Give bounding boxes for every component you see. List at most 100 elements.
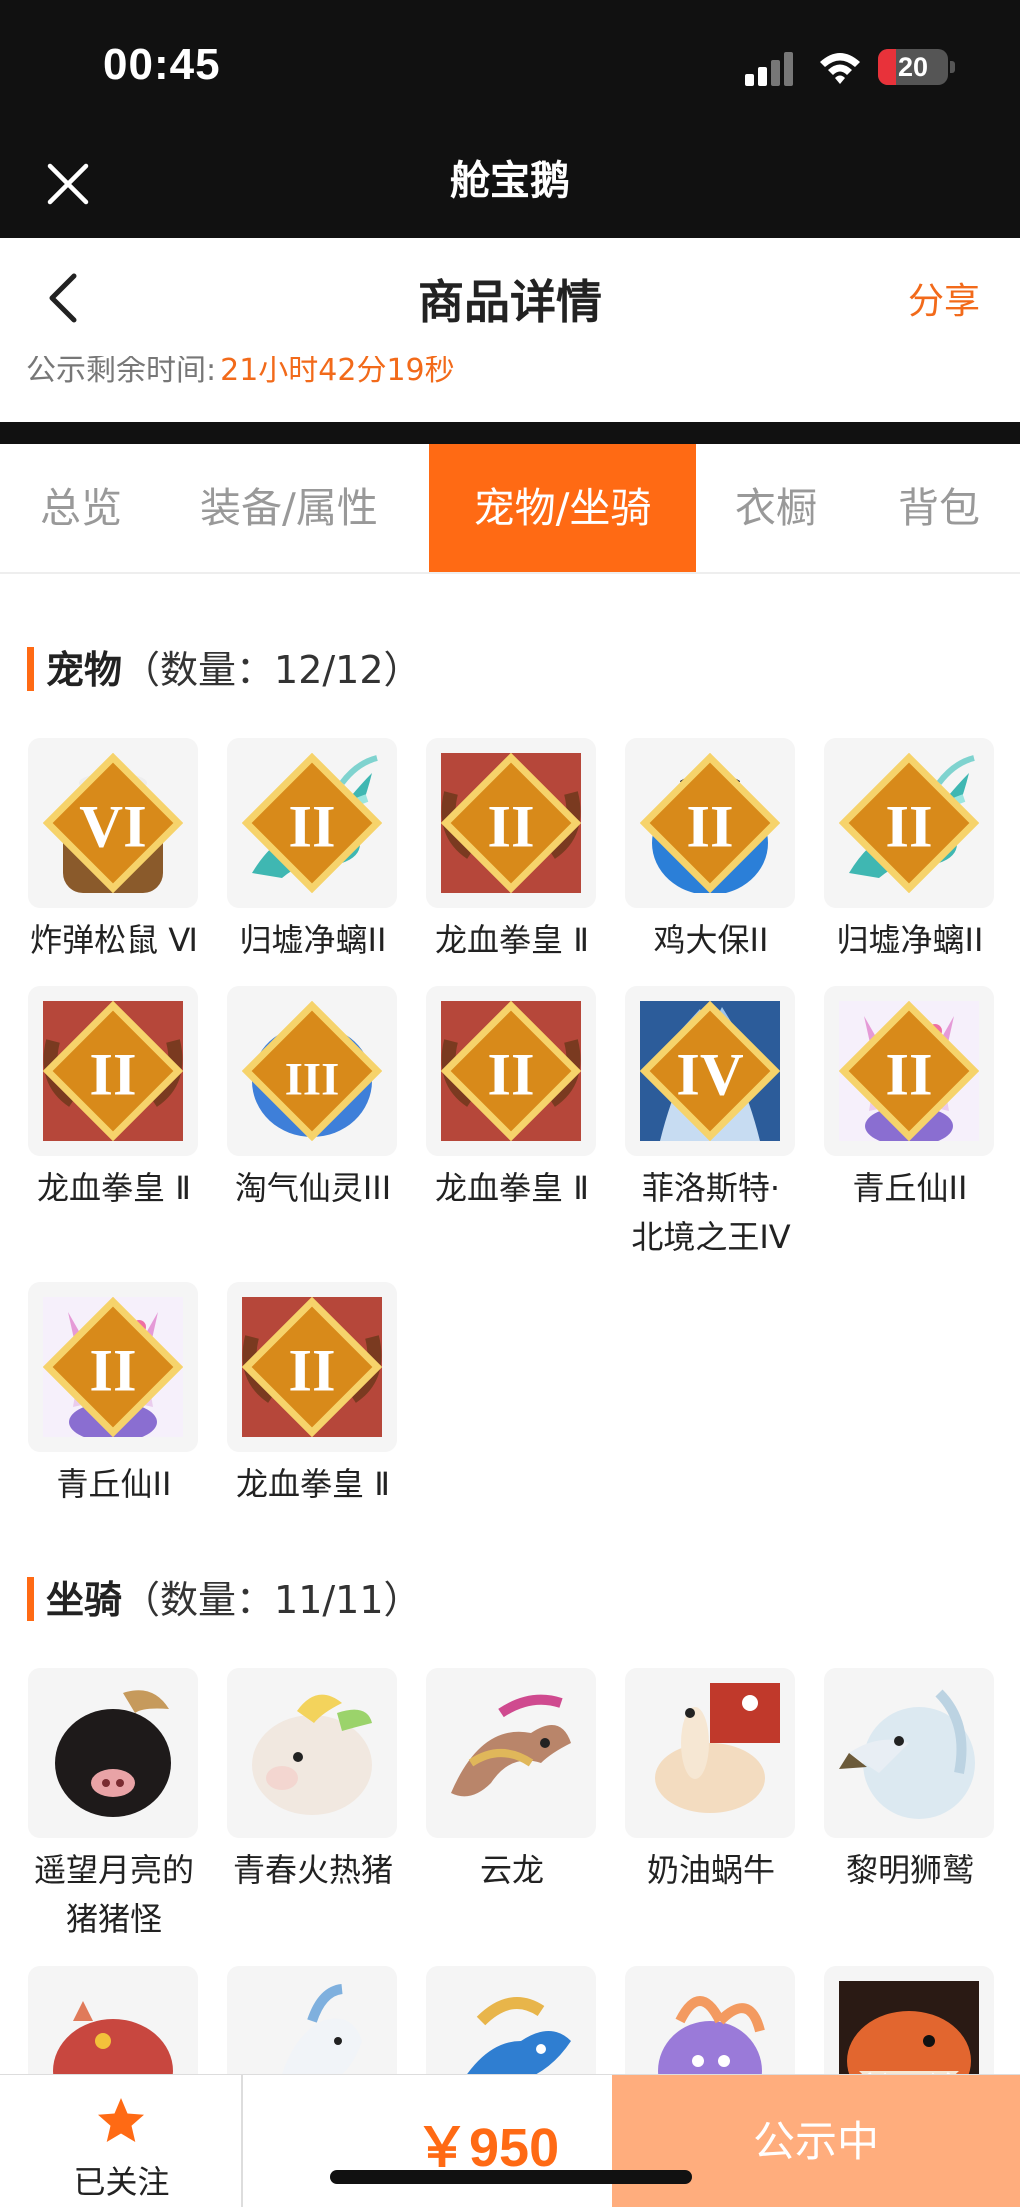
svg-text:II: II (288, 1337, 335, 1404)
item-name-line: 鸡大保II (653, 921, 769, 959)
status-bar: 00:45 20 (0, 0, 1020, 140)
rank-badge-icon: II (43, 1001, 183, 1141)
tab-backpack[interactable]: 背包 (898, 444, 980, 572)
mounts-section-title: 坐骑（数量：11/11） (27, 1577, 422, 1623)
item-name: 归墟净螭II (806, 916, 1014, 965)
item-name-line: 奶油蜗牛 (646, 1851, 775, 1889)
rank-badge-icon: IV (640, 1001, 780, 1141)
black-pig-icon (55, 1690, 171, 1817)
item-thumbnail: II (426, 986, 596, 1156)
rank-badge-icon: II (640, 753, 780, 893)
rank-badge-icon: VI (43, 753, 183, 893)
cellular-signal-icon (745, 52, 797, 86)
item-thumbnail: III (227, 986, 397, 1156)
item-name-line: 淘气仙灵III (234, 1169, 392, 1207)
follow-label: 已关注 (73, 2163, 170, 2201)
item-name: 黎明狮鹫 (806, 1846, 1014, 1895)
divider-bar (0, 422, 1020, 444)
rank-badge-icon: II (839, 753, 979, 893)
battery-icon: 20 (878, 49, 948, 85)
mounts-count: （数量：11/11） (122, 1578, 422, 1622)
item-name-line: 云龙 (479, 1851, 544, 1889)
item-thumbnail: II (625, 738, 795, 908)
item-name-line: 猪猪怪 (65, 1900, 162, 1938)
item-name-line: 北境之王IV (631, 1218, 791, 1256)
tab-wardrobe[interactable]: 衣橱 (735, 444, 817, 572)
item-name: 鸡大保II (607, 916, 815, 965)
rank-badge-icon: II (242, 1297, 382, 1437)
item-name: 龙血拳皇 Ⅱ (408, 1164, 616, 1213)
tab-pets-mounts[interactable]: 宠物/坐骑 (429, 444, 696, 572)
item-name-line: 遥望月亮的 (33, 1851, 194, 1889)
item-name: 遥望月亮的 猪猪怪 (10, 1846, 218, 1944)
item-thumbnail: II (426, 738, 596, 908)
item-thumbnail (28, 1668, 198, 1838)
countdown-label: 公示剩余时间: (26, 356, 217, 384)
griffin-icon (839, 1689, 975, 1819)
item-name-line: 炸弹松鼠 Ⅵ (30, 921, 198, 959)
tab-bar: 总览 装备/属性 宠物/坐骑 衣橱 背包 (0, 444, 1020, 574)
rank-badge-icon: II (43, 1297, 183, 1437)
pets-section-title: 宠物（数量：12/12） (27, 647, 422, 693)
page-nav: 商品详情 分享 (0, 238, 1020, 368)
item-thumbnail: II (28, 986, 198, 1156)
rank-badge-icon: II (242, 753, 382, 893)
svg-text:III: III (285, 1053, 339, 1105)
item-thumbnail: II (824, 986, 994, 1156)
app-root: { "status_bar": {"time": "00:45", "batte… (0, 0, 1020, 2207)
svg-text:II: II (885, 1041, 932, 1108)
mini-program-header: 舱宝鹅 (0, 140, 1020, 238)
svg-text:II: II (89, 1337, 136, 1404)
share-button[interactable]: 分享 (908, 238, 980, 366)
pets-count: （数量：12/12） (122, 648, 422, 692)
item-name: 云龙 (408, 1846, 616, 1895)
tab-overview[interactable]: 总览 (40, 444, 122, 572)
item-name-line: 龙血拳皇 Ⅱ (37, 1169, 191, 1207)
item-thumbnail (426, 1668, 596, 1838)
cloud-dragon-icon (451, 1694, 571, 1797)
item-name: 龙血拳皇 Ⅱ (408, 916, 616, 965)
item-thumbnail: II (227, 1282, 397, 1452)
item-name-line: 龙血拳皇 Ⅱ (236, 1465, 390, 1503)
item-name: 青丘仙II (806, 1164, 1014, 1213)
item-name-line: 青丘仙II (852, 1169, 968, 1207)
publicity-status-button[interactable]: 公示中 (612, 2075, 1020, 2207)
svg-text:II: II (487, 793, 534, 860)
item-name: 炸弹松鼠 Ⅵ (10, 916, 218, 965)
item-name-line: 青春火热猪 (232, 1851, 393, 1889)
item-thumbnail: II (824, 738, 994, 908)
svg-text:II: II (487, 1041, 534, 1108)
item-thumbnail: VI (28, 738, 198, 908)
item-thumbnail: II (28, 1282, 198, 1452)
countdown-row: 公示剩余时间: 21小时42分19秒 (26, 356, 455, 384)
svg-text:II: II (885, 793, 932, 860)
rank-badge-icon: II (441, 1001, 581, 1141)
rank-badge-icon: III (242, 1001, 382, 1141)
rank-badge-icon: II (839, 1001, 979, 1141)
item-name-line: 青丘仙II (56, 1465, 172, 1503)
item-name: 龙血拳皇 Ⅱ (10, 1164, 218, 1213)
item-thumbnail: II (227, 738, 397, 908)
mounts-title: 坐骑 (46, 1578, 123, 1622)
page-title: 商品详情 (418, 275, 602, 329)
item-name: 青春火热猪 (209, 1846, 417, 1895)
pets-title: 宠物 (46, 648, 123, 692)
item-name-line: 黎明狮鹫 (845, 1851, 974, 1889)
item-name: 菲洛斯特· 北境之王IV (607, 1164, 815, 1262)
item-name: 龙血拳皇 Ⅱ (209, 1460, 417, 1509)
item-name-line: 龙血拳皇 Ⅱ (435, 1169, 589, 1207)
item-name: 奶油蜗牛 (607, 1846, 815, 1895)
white-pig-icon (252, 1694, 372, 1815)
item-name-line: 归墟净螭II (836, 921, 984, 959)
battery-level: 20 (897, 52, 929, 82)
item-name-line: 归墟净螭II (239, 921, 387, 959)
star-icon (98, 2098, 144, 2142)
item-thumbnail (824, 1668, 994, 1838)
countdown-value: 21小时42分19秒 (220, 356, 455, 384)
mini-program-title: 舱宝鹅 (450, 158, 570, 204)
rank-badge-icon: II (441, 753, 581, 893)
item-name: 青丘仙II (10, 1460, 218, 1509)
svg-text:II: II (288, 793, 335, 860)
tab-equipment[interactable]: 装备/属性 (200, 444, 378, 572)
follow-button[interactable]: 已关注 (0, 2075, 243, 2207)
